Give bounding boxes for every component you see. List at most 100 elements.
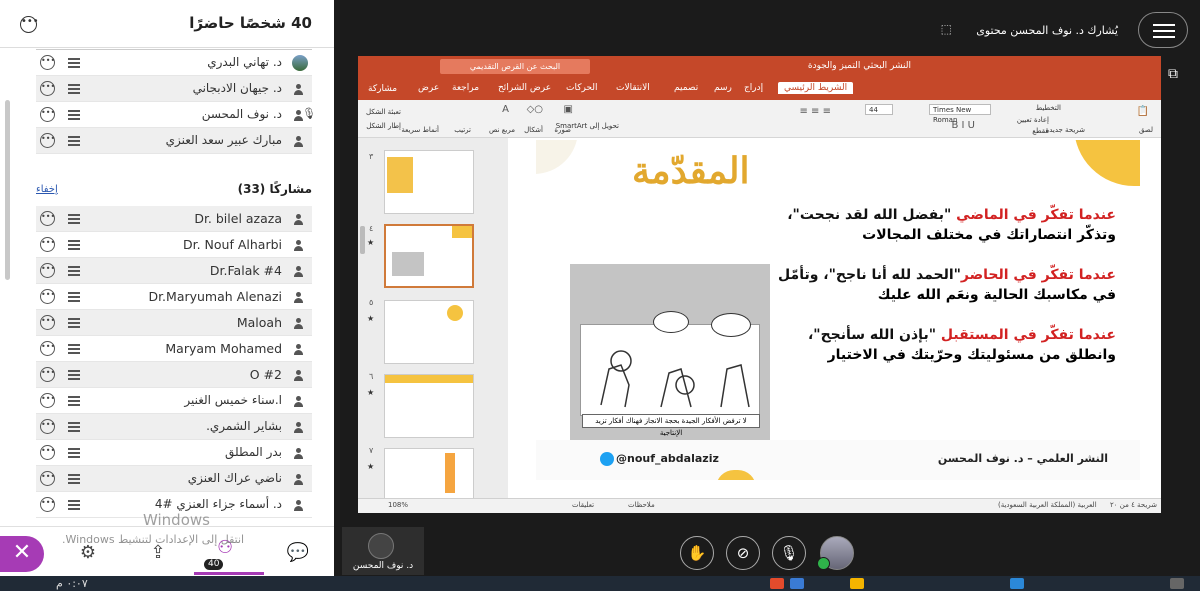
options-icon[interactable]: ••• (40, 81, 55, 96)
options-icon[interactable]: ••• (40, 289, 55, 304)
more-options-icon[interactable]: ••• (20, 16, 39, 33)
list-item[interactable]: بدر المطلق ••• (36, 440, 312, 466)
list-menu-icon[interactable] (68, 84, 80, 94)
shapes-icon[interactable]: ◇○ (527, 104, 543, 115)
paragraph-icon[interactable]: ≡ ≡ ≡ (800, 106, 832, 117)
taskbar-clock[interactable]: ٠:٠٧ م (56, 577, 88, 590)
comments-button[interactable]: تعليقات (572, 501, 594, 509)
options-icon[interactable]: ••• (40, 419, 55, 434)
font-name-select[interactable]: Times New Roman (929, 104, 991, 124)
tab-insert[interactable]: إدراج (744, 83, 763, 93)
close-panel-button[interactable]: ✕ (0, 536, 44, 572)
options-icon[interactable]: ••• (40, 315, 55, 330)
list-menu-icon[interactable] (68, 474, 80, 484)
tab-design[interactable]: تصميم (674, 83, 698, 93)
list-item[interactable]: O #2 ••• (36, 362, 312, 388)
slide-thumb-6[interactable] (384, 374, 474, 438)
list-menu-icon[interactable] (68, 240, 80, 250)
list-menu-icon[interactable] (68, 214, 80, 224)
list-menu-icon[interactable] (68, 318, 80, 328)
list-item[interactable]: د. جيهان الادبجاني ••• (36, 76, 312, 102)
presenter-tile[interactable]: د. نوف المحسن (342, 527, 424, 575)
list-item[interactable]: Dr. Nouf Alharbi ••• (36, 232, 312, 258)
tab-view[interactable]: عرض (418, 83, 439, 93)
list-item[interactable]: Dr.Maryumah Alenazi ••• (36, 284, 312, 310)
list-menu-icon[interactable] (68, 266, 80, 276)
tab-animations[interactable]: الحركات (566, 83, 598, 93)
slide-thumb-3[interactable] (384, 150, 474, 214)
options-icon[interactable]: ••• (40, 445, 55, 460)
list-item[interactable]: Maryam Mohamed ••• (36, 336, 312, 362)
options-icon[interactable]: ••• (40, 341, 55, 356)
paste-icon[interactable]: 📋 (1137, 106, 1149, 117)
list-menu-icon[interactable] (68, 110, 80, 120)
options-icon[interactable]: ••• (40, 471, 55, 486)
raise-hand-button[interactable]: ✋ (680, 536, 714, 570)
tab-review[interactable]: مراجعة (452, 83, 479, 93)
tab-transitions[interactable]: الانتقالات (616, 83, 650, 93)
word-taskbar-icon[interactable] (790, 578, 804, 589)
hide-link[interactable]: إخفاء (36, 184, 58, 195)
layout-button[interactable]: التخطيط (1036, 104, 1061, 112)
shape-fill-button[interactable]: تعبئة الشكل (366, 108, 401, 116)
list-menu-icon[interactable] (68, 292, 80, 302)
list-item[interactable]: Dr. bilel azaza ••• (36, 206, 312, 232)
camera-off-button[interactable]: ⊘ (726, 536, 760, 570)
reset-button[interactable]: إعادة تعيين (1017, 116, 1049, 124)
chat-icon[interactable]: 💬 (286, 541, 310, 565)
list-item[interactable]: ناضي عراك العنزي ••• (36, 466, 312, 492)
list-menu-icon[interactable] (68, 448, 80, 458)
tab-home[interactable]: الشريط الرئيسي (778, 82, 854, 94)
options-icon[interactable]: ••• (40, 107, 55, 122)
powerpoint-taskbar-icon[interactable] (770, 578, 784, 589)
options-icon[interactable]: ••• (40, 497, 55, 512)
picture-label[interactable]: صورة (554, 126, 571, 134)
shape-outline-button[interactable]: إطار الشكل (366, 122, 401, 130)
list-item[interactable]: د. تهاني البدري ••• (36, 50, 312, 76)
options-icon[interactable]: ••• (40, 237, 55, 252)
edge-taskbar-icon[interactable] (1010, 578, 1024, 589)
tab-draw[interactable]: رسم (714, 83, 732, 93)
screen-share-icon[interactable]: ⧉ (1168, 66, 1190, 88)
ppt-search[interactable]: البحث عن القرص التقديمي (440, 59, 590, 74)
options-icon[interactable]: ••• (40, 263, 55, 278)
thumbs-scrollbar[interactable] (360, 226, 365, 254)
start-taskbar-icon[interactable] (1170, 578, 1184, 589)
list-item[interactable]: بشاير الشمري. ••• (36, 414, 312, 440)
list-item[interactable]: 🎙 د. نوف المحسن ••• (36, 102, 316, 128)
microphone-off-button[interactable]: 🎙 (772, 536, 806, 570)
list-menu-icon[interactable] (68, 422, 80, 432)
list-item[interactable]: مبارك عبير سعد العنزي ••• (36, 128, 312, 154)
options-icon[interactable]: ••• (40, 393, 55, 408)
shapes-label[interactable]: أشكال (524, 126, 543, 134)
textbox-label[interactable]: مربع نص (489, 126, 515, 134)
menu-button[interactable] (1138, 12, 1188, 48)
tab-slideshow[interactable]: عرض الشرائح (498, 83, 551, 93)
list-menu-icon[interactable] (68, 136, 80, 146)
list-menu-icon[interactable] (68, 370, 80, 380)
explorer-taskbar-icon[interactable] (850, 578, 864, 589)
list-menu-icon[interactable] (68, 500, 80, 510)
panel-scrollbar[interactable] (5, 100, 10, 280)
bold-icon[interactable]: B I U (952, 120, 976, 131)
list-menu-icon[interactable] (68, 396, 80, 406)
new-slide-label[interactable]: شريحة جديدة (1046, 126, 1085, 134)
list-menu-icon[interactable] (68, 344, 80, 354)
options-icon[interactable]: ••• (40, 55, 55, 70)
list-item[interactable]: Maloah ••• (36, 310, 312, 336)
picture-icon[interactable]: ▣ (564, 104, 573, 115)
ppt-share-button[interactable]: مشاركة (368, 84, 397, 94)
textbox-icon[interactable]: A (502, 104, 509, 115)
list-menu-icon[interactable] (68, 58, 80, 68)
options-icon[interactable]: ••• (40, 133, 55, 148)
slide-thumb-4[interactable] (384, 224, 474, 288)
section-button[interactable]: مقطع (1032, 127, 1049, 135)
quick-styles-button[interactable]: أنماط سريعة (401, 126, 439, 134)
list-item[interactable]: Dr.Falak #4 ••• (36, 258, 312, 284)
list-item[interactable]: ا.سناء خميس الغنير ••• (36, 388, 312, 414)
options-icon[interactable]: ••• (40, 367, 55, 382)
zoom-level[interactable]: 108% (388, 501, 408, 509)
arrange-button[interactable]: ترتيب (454, 126, 471, 134)
options-icon[interactable]: ••• (40, 211, 55, 226)
font-size-select[interactable]: 44 (865, 104, 893, 115)
